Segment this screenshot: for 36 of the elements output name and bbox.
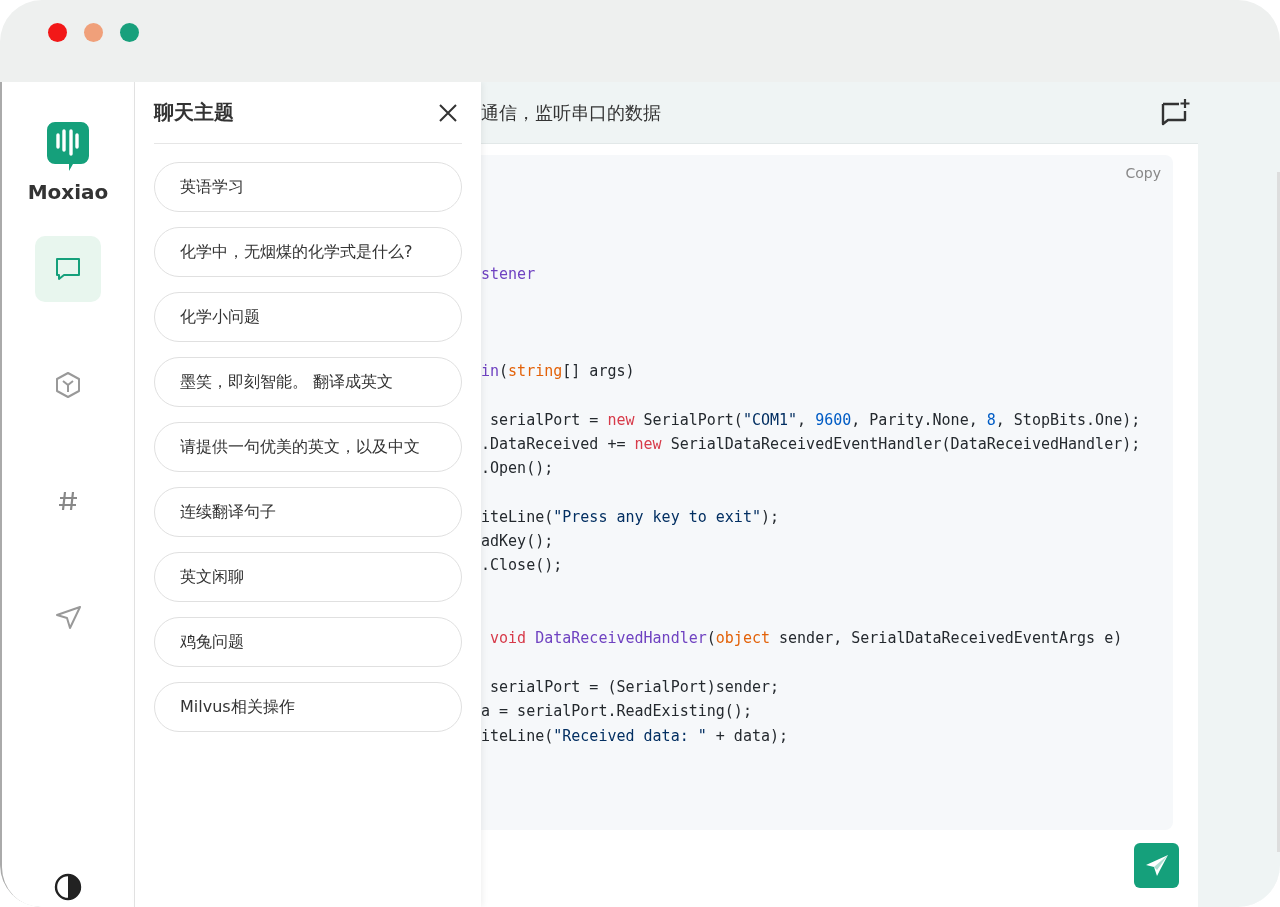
code-line: void DataReceivedHandler(object sender, SerialDataReceivedEventArgs e) <box>489 628 1123 650</box>
maximize-window-button[interactable] <box>120 22 139 42</box>
code-line: a = serialPort.ReadExisting(); <box>481 701 752 723</box>
minimize-window-button[interactable] <box>84 22 103 42</box>
code-line: .Close(); <box>481 555 563 577</box>
send-button[interactable] <box>1134 843 1179 888</box>
code-line: .Open(); <box>481 458 554 480</box>
chat-title: 通信，监听串口的数据 <box>481 100 661 125</box>
topic-item[interactable]: Milvus相关操作 <box>154 682 462 732</box>
code-line: serialPort = new SerialPort("COM1", 9600, Parity.None, 8, StopBits.One); <box>489 409 1141 431</box>
send-arrow-icon <box>54 603 82 631</box>
chat-bubble-icon <box>54 255 82 283</box>
code-line: iteLine("Received data: " + data); <box>481 725 789 747</box>
code-line: adKey(); <box>481 531 554 553</box>
topic-item[interactable]: 连续翻译句子 <box>154 487 462 537</box>
topic-item[interactable]: 请提供一句优美的英文，以及中文 <box>154 422 462 472</box>
topic-item[interactable]: 英文闲聊 <box>154 552 462 602</box>
topic-item[interactable]: 墨笑，即刻智能。 翻译成英文 <box>154 357 462 407</box>
topic-item[interactable]: 化学中，无烟煤的化学式是什么? <box>154 227 462 277</box>
code-line: serialPort = (SerialPort)sender; <box>489 676 779 698</box>
close-icon[interactable] <box>438 102 458 123</box>
theme-toggle-icon[interactable] <box>54 873 82 901</box>
brand-name: Moxiao <box>27 180 109 204</box>
close-window-button[interactable] <box>48 22 67 42</box>
code-line: stener <box>481 263 536 285</box>
topic-item[interactable]: 英语学习 <box>154 162 462 212</box>
code-line: .DataReceived += new SerialDataReceivedEventHandler(DataReceivedHandler); <box>481 433 1141 455</box>
topic-item[interactable]: 鸡兔问题 <box>154 617 462 667</box>
nav-button[interactable] <box>35 236 101 302</box>
drawer-title: 聊天主题 <box>154 99 234 126</box>
new-chat-icon[interactable] <box>1160 97 1190 128</box>
cube-icon <box>54 371 82 399</box>
logo-icon <box>47 122 89 172</box>
code-line: in(string[] args) <box>481 361 635 383</box>
topic-item[interactable]: 化学小问题 <box>154 292 462 342</box>
code-line: iteLine("Press any key to exit"); <box>481 506 780 528</box>
